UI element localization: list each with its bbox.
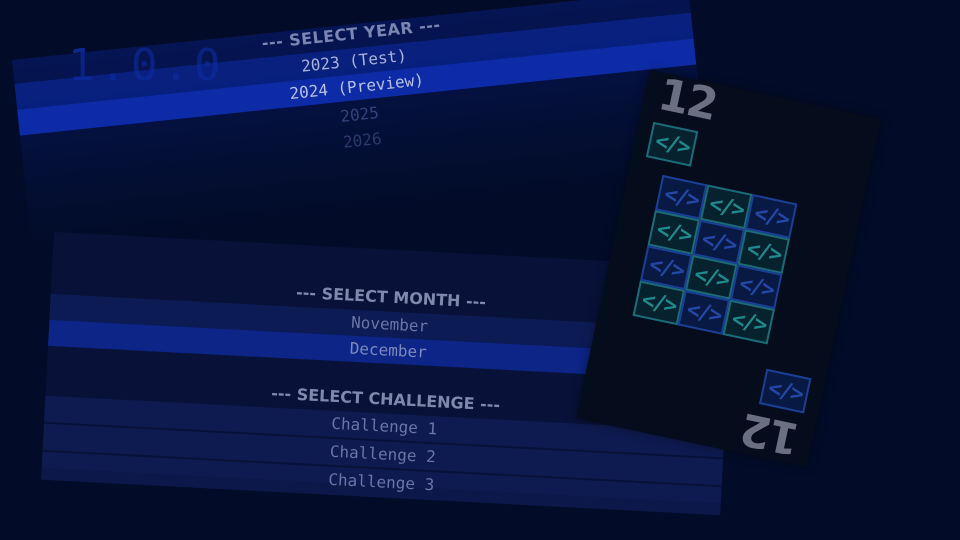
year-select-panel: --- SELECT YEAR --- 2023 (Test) 2024 (Pr…	[12, 0, 709, 249]
card-rank-top: 12	[653, 68, 721, 131]
code-pip-icon: </>	[645, 121, 699, 167]
card-rank-bottom: 12	[737, 402, 804, 465]
